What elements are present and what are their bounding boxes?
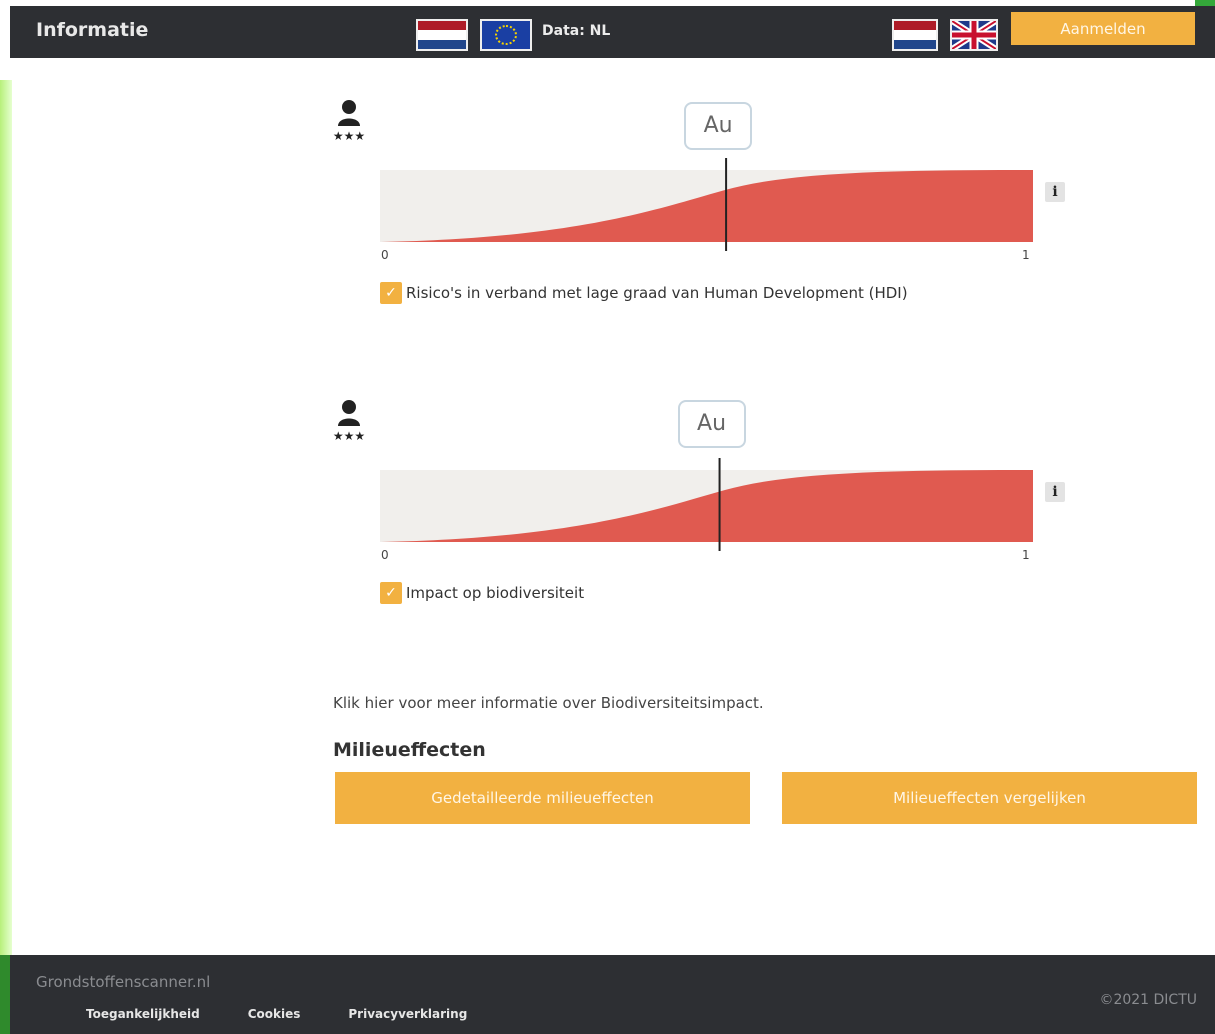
footer-links: Toegankelijkheid Cookies Privacyverklari… (86, 1007, 467, 1021)
gauge-tick-min: 0 (381, 548, 389, 562)
biodiversity-checkbox-row[interactable]: ✓ Impact op biodiversiteit (380, 582, 584, 604)
section-title-milieueffecten: Milieueffecten (333, 739, 486, 761)
gauge-marker-label: Au (677, 400, 746, 448)
hdi-checkbox[interactable]: ✓ (380, 282, 402, 304)
footer-site-name: Grondstoffenscanner.nl (36, 973, 211, 991)
risk-gauge-hdi: ★★★ i 0 1 Au ✓ Risico's in verband met l… (330, 98, 1070, 318)
login-button[interactable]: Aanmelden (1011, 12, 1195, 45)
person-rating-icon: ★★★ (333, 400, 365, 442)
flag-nl-icon[interactable] (416, 19, 468, 51)
gauge-tick-max: 1 (1022, 548, 1030, 562)
person-rating-icon: ★★★ (333, 100, 365, 142)
svg-text:★★★: ★★★ (333, 129, 365, 142)
flag-eu-icon[interactable] (480, 19, 532, 51)
biodiversity-checkbox-label: Impact op biodiversiteit (406, 584, 585, 602)
footer-link-cookies[interactable]: Cookies (248, 1007, 301, 1021)
gauge-tick-max: 1 (1022, 248, 1030, 262)
hdi-checkbox-label: Risico's in verband met lage graad van H… (406, 284, 908, 302)
info-icon[interactable]: i (1045, 182, 1065, 202)
page-title: Informatie (36, 19, 149, 41)
gauge-tick-min: 0 (381, 248, 389, 262)
data-region-label: Data: NL (542, 23, 611, 39)
footer-link-privacy[interactable]: Privacyverklaring (348, 1007, 467, 1021)
left-edge-decoration (0, 80, 12, 960)
svg-text:★★★: ★★★ (333, 429, 365, 442)
gauge-marker-label: Au (684, 102, 753, 150)
compare-effects-button[interactable]: Milieueffecten vergelijken (782, 772, 1197, 824)
language-nl-icon[interactable] (892, 19, 938, 51)
risk-gauge-biodiversity: ★★★ i 0 1 Au ✓ Impact op biodiversiteit (330, 398, 1070, 618)
info-icon[interactable]: i (1045, 482, 1065, 502)
hdi-checkbox-row[interactable]: ✓ Risico's in verband met lage graad van… (380, 282, 908, 304)
top-navbar: Informatie Data: NL Aanmelden (10, 6, 1215, 58)
detailed-effects-button[interactable]: Gedetailleerde milieueffecten (335, 772, 750, 824)
biodiversity-info-link[interactable]: Klik hier voor meer informatie over Biod… (333, 694, 764, 712)
language-uk-icon[interactable] (950, 18, 998, 52)
footer: Grondstoffenscanner.nl Toegankelijkheid … (10, 955, 1215, 1034)
footer-copyright: ©2021 DICTU (1099, 992, 1197, 1008)
footer-link-accessibility[interactable]: Toegankelijkheid (86, 1007, 200, 1021)
biodiversity-checkbox[interactable]: ✓ (380, 582, 402, 604)
